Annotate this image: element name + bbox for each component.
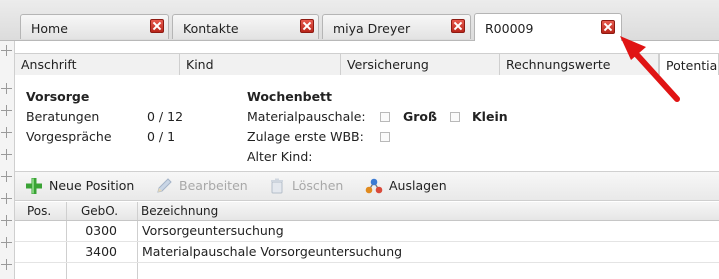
close-icon[interactable] — [601, 20, 615, 34]
empty-cell — [15, 263, 67, 279]
trash-icon — [271, 178, 283, 194]
vorgesprache-label: Vorgespräche — [26, 129, 112, 144]
molecule-icon — [365, 178, 383, 194]
zulage-label: Zulage erste WBB: — [247, 129, 364, 144]
expand-icon[interactable] — [1, 259, 12, 270]
column-header-gebo[interactable]: GebO. — [67, 202, 138, 220]
wochenbett-heading: Wochenbett — [247, 89, 332, 104]
tab-label: R00009 — [485, 21, 534, 36]
expand-icon[interactable] — [1, 83, 12, 94]
sub-tab-bar: Anschrift Kind Versicherung Rechnungswer… — [15, 53, 719, 76]
new-position-label: Neue Position — [49, 178, 135, 193]
expand-icon[interactable] — [1, 105, 12, 116]
expand-icon[interactable] — [1, 215, 12, 226]
tab-miya-dreyer[interactable]: miya Dreyer — [322, 14, 471, 39]
vorgesprache-value: 0 / 1 — [147, 129, 176, 144]
expand-icon[interactable] — [1, 171, 12, 182]
delete-button[interactable]: Löschen — [268, 177, 353, 195]
empty-cell — [67, 263, 138, 279]
edit-button[interactable]: Bearbeiten — [155, 177, 255, 195]
column-header-pos[interactable]: Pos. — [15, 202, 67, 220]
beratungen-value: 0 / 12 — [147, 109, 184, 124]
cell-gebo: 3400 — [67, 242, 138, 262]
cell-pos — [15, 221, 67, 241]
close-icon[interactable] — [300, 19, 314, 33]
tab-label: miya Dreyer — [333, 21, 411, 36]
beratungen-label: Beratungen — [26, 109, 100, 124]
pencil-icon — [157, 178, 172, 193]
tab-label: Home — [31, 21, 68, 36]
expenses-label: Auslagen — [389, 178, 447, 193]
subtab-anschrift[interactable]: Anschrift — [15, 54, 180, 75]
plus-icon — [26, 178, 42, 194]
tab-home[interactable]: Home — [20, 14, 169, 39]
subtab-kind[interactable]: Kind — [180, 54, 341, 75]
tab-label: Kontakte — [183, 21, 239, 36]
cell-gebo: 0300 — [67, 221, 138, 241]
gross-label: Groß — [403, 109, 438, 124]
alter-kind-label: Alter Kind: — [247, 149, 313, 164]
expand-icon[interactable] — [1, 45, 12, 56]
column-header-bezeichnung[interactable]: Bezeichnung — [138, 202, 719, 220]
klein-checkbox[interactable] — [450, 112, 460, 122]
table-row[interactable]: 0300 Vorsorgeuntersuchung — [15, 221, 719, 242]
subtab-potential[interactable]: Potentia — [659, 53, 719, 76]
subtab-versicherung[interactable]: Versicherung — [341, 54, 500, 75]
potential-form: Vorsorge Beratungen 0 / 12 Vorgespräche … — [15, 75, 719, 170]
klein-label: Klein — [472, 109, 508, 124]
subtab-rechnungswerte[interactable]: Rechnungswerte — [500, 54, 659, 75]
left-gutter — [0, 41, 15, 279]
new-position-button[interactable]: Neue Position — [25, 177, 145, 195]
gross-checkbox[interactable] — [380, 112, 390, 122]
expand-icon[interactable] — [1, 127, 12, 138]
materialpauschale-label: Materialpauschale: — [247, 109, 366, 124]
delete-label: Löschen — [292, 178, 344, 193]
tab-kontakte[interactable]: Kontakte — [172, 14, 319, 39]
expand-icon[interactable] — [1, 193, 12, 204]
position-toolbar: Neue Position Bearbeiten Löschen Auslage… — [15, 171, 719, 201]
cell-pos — [15, 242, 67, 262]
vorsorge-heading: Vorsorge — [26, 89, 90, 104]
edit-label: Bearbeiten — [179, 178, 248, 193]
close-icon[interactable] — [451, 19, 465, 33]
grid-header: Pos. GebO. Bezeichnung — [15, 202, 719, 221]
expenses-button[interactable]: Auslagen — [365, 177, 455, 195]
tab-bar: Home Kontakte miya Dreyer R00009 — [0, 0, 719, 41]
close-icon[interactable] — [150, 19, 164, 33]
tab-r00009[interactable]: R00009 — [474, 13, 622, 41]
expand-icon[interactable] — [1, 237, 12, 248]
zulage-checkbox[interactable] — [380, 132, 390, 142]
expand-icon[interactable] — [1, 149, 12, 160]
cell-bezeichnung: Materialpauschale Vorsorgeuntersuchung — [142, 244, 403, 259]
empty-row — [15, 263, 719, 279]
table-row[interactable]: 3400 Materialpauschale Vorsorgeuntersuch… — [15, 242, 719, 263]
cell-bezeichnung: Vorsorgeuntersuchung — [142, 223, 284, 238]
